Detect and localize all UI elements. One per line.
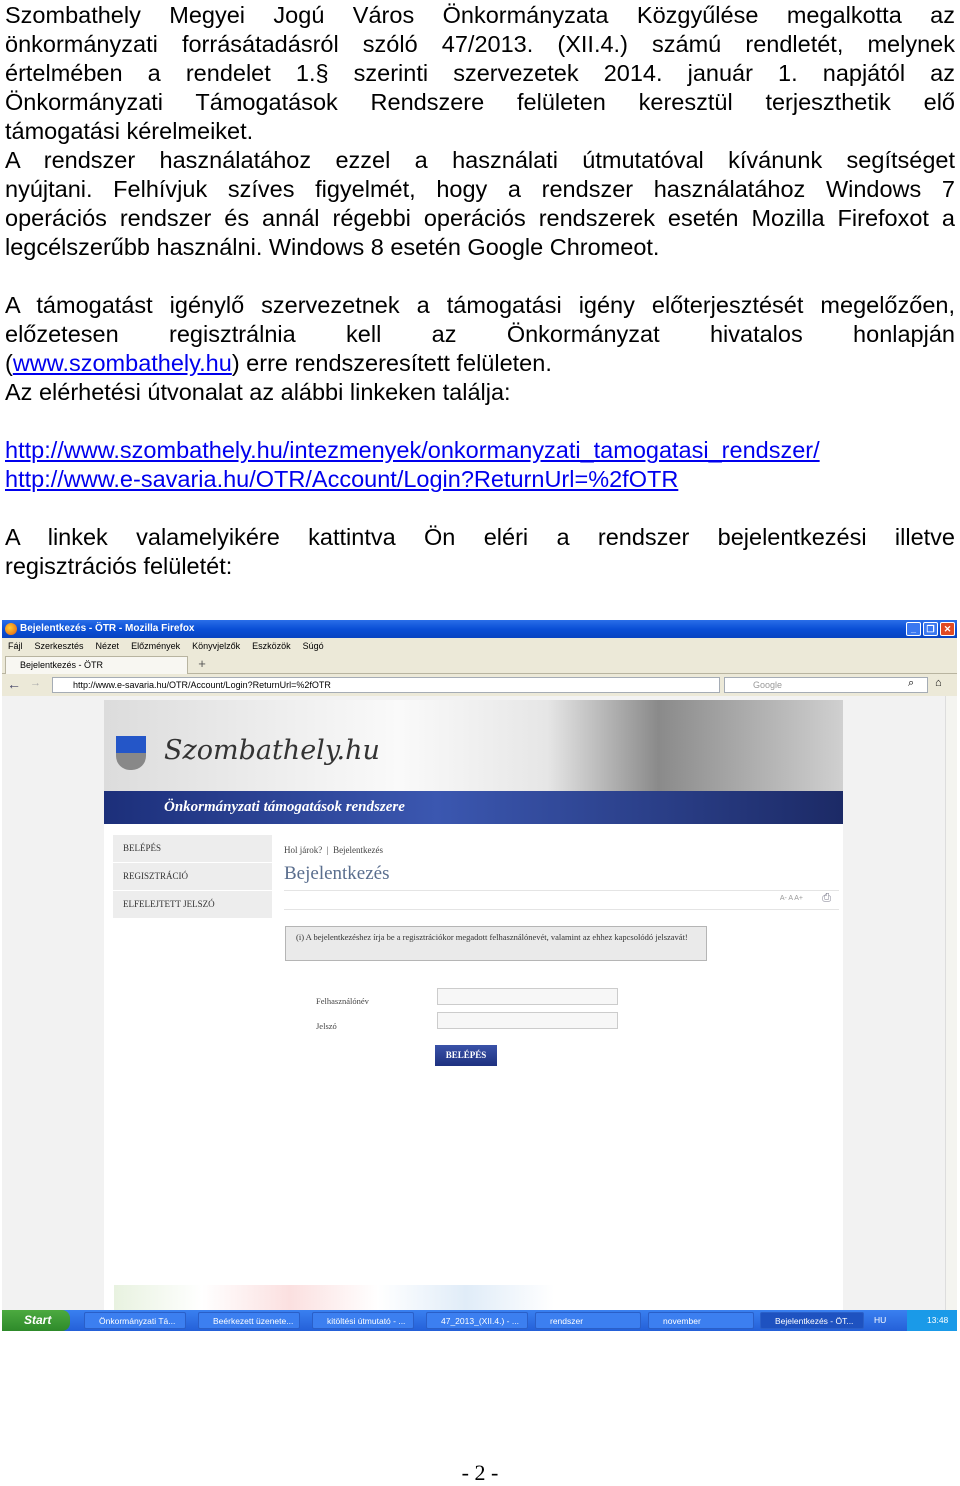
text: ) erre rendszeresített felületen.: [231, 350, 552, 376]
restore-icon[interactable]: ❐: [923, 622, 938, 636]
browser-screenshot: Bejelentkezés - ÖTR - Mozilla Firefox _ …: [2, 620, 957, 1331]
text-line: A támogatást igénylő szervezetnek a támo…: [5, 292, 955, 318]
coat-of-arms-logo: [116, 736, 146, 770]
home-icon[interactable]: ⌂: [935, 677, 942, 689]
username-input[interactable]: [437, 988, 618, 1005]
url-input[interactable]: http://www.e-savaria.hu/OTR/Account/Logi…: [52, 677, 720, 693]
menu-edit[interactable]: Szerkesztés: [35, 641, 84, 651]
taskbar: Start Önkormányzati Tá... Beérkezett üze…: [2, 1310, 957, 1331]
clock: 13:48: [927, 1315, 949, 1325]
taskbar-item-active[interactable]: Bejelentkezés - ÖT...: [760, 1312, 864, 1329]
taskbar-item[interactable]: november: [648, 1312, 754, 1329]
taskbar-item[interactable]: kitöltési útmutató - ...: [312, 1312, 414, 1329]
page-number: - 2 -: [461, 1460, 499, 1485]
menu-history[interactable]: Előzmények: [131, 641, 180, 651]
menu-file[interactable]: Fájl: [8, 641, 23, 651]
breadcrumb: Hol járok? | Bejelentkezés: [284, 845, 384, 855]
text-line: legcélszerűbb használni. Windows 8 eseté…: [5, 234, 660, 260]
breadcrumb-label: Hol járok?: [284, 845, 323, 855]
site-logo: Szombathely.hu: [164, 735, 380, 766]
text-line: előzetesen regisztrálnia kell az Önkormá…: [5, 321, 955, 347]
menu-bar: Fájl Szerkesztés Nézet Előzmények Könyvjelző…: [2, 638, 957, 655]
print-icon[interactable]: ⎙: [822, 892, 831, 905]
password-label: Jelszó: [316, 1021, 337, 1031]
text-line: támogatási kérelmeiket.: [5, 118, 254, 144]
language-indicator[interactable]: HU: [874, 1315, 886, 1325]
otr-page: Szombathely.hu Önkormányzati támogatások…: [104, 700, 843, 1310]
scrollbar[interactable]: [945, 696, 957, 1310]
navigation-bar: ← → http://www.e-savaria.hu/OTR/Account/…: [2, 674, 957, 696]
login-button[interactable]: BELÉPÉS: [435, 1045, 497, 1066]
breadcrumb-current[interactable]: Bejelentkezés: [333, 845, 383, 855]
sidebar-item-registration[interactable]: REGISZTRÁCIÓ: [113, 863, 272, 890]
taskbar-item[interactable]: 47_2013_(XII.4.) - ...: [426, 1312, 528, 1329]
paragraph-1: Szombathely Megyei Jogú Város Önkormányz…: [5, 1, 955, 581]
font-size-controls[interactable]: A- A A+: [780, 895, 803, 902]
system-tray: 13:48: [907, 1310, 957, 1331]
text-line: operációs rendszer és annál régebbi oper…: [5, 205, 955, 231]
menu-tools[interactable]: Eszközök: [252, 641, 291, 651]
text-line: Az elérhetési útvonalat az alábbi linkek…: [5, 379, 511, 405]
text: (: [5, 350, 13, 376]
back-icon[interactable]: ←: [7, 676, 21, 692]
text-line: (www.szombathely.hu) erre rendszeresítet…: [5, 349, 955, 378]
username-label: Felhasználónév: [316, 996, 369, 1006]
text-line: önkormányzati forrásátadásról szóló 47/2…: [5, 31, 955, 57]
szombathely-link[interactable]: www.szombathely.hu: [13, 350, 232, 376]
page-viewport: Szombathely.hu Önkormányzati támogatások…: [2, 696, 945, 1310]
sidebar-item-login[interactable]: BELÉPÉS: [113, 835, 272, 862]
close-icon[interactable]: ✕: [940, 622, 955, 636]
text-line: A rendszer használatához ezzel a használ…: [5, 147, 955, 173]
new-tab-icon[interactable]: +: [192, 657, 212, 672]
search-icon[interactable]: ⌕: [908, 677, 914, 690]
toolbar: A- A A+ ⎙: [284, 890, 839, 908]
text-line: Önkormányzati Támogatások Rendszere felü…: [5, 89, 955, 115]
text-line: nyújtani. Felhívjuk szíves figyelmét, ho…: [5, 176, 955, 202]
site-header: Szombathely.hu: [104, 700, 843, 791]
window-title: Bejelentkezés - ÖTR - Mozilla Firefox: [20, 623, 195, 634]
password-input[interactable]: [437, 1012, 618, 1029]
text-line: regisztrációs felületét:: [5, 553, 233, 579]
sidebar: BELÉPÉS REGISZTRÁCIÓ ELFELEJTETT JELSZÓ: [113, 835, 272, 919]
site-subtitle: Önkormányzati támogatások rendszere: [104, 791, 843, 824]
menu-bookmarks[interactable]: Könyvjelzők: [192, 641, 240, 651]
page-title: Bejelentkezés: [284, 863, 390, 884]
taskbar-item[interactable]: rendszer: [535, 1312, 641, 1329]
text-line: Szombathely Megyei Jogú Város Önkormányz…: [5, 2, 955, 28]
taskbar-item[interactable]: Önkormányzati Tá...: [84, 1312, 186, 1329]
link-szombathely-otr[interactable]: http://www.szombathely.hu/intezmenyek/on…: [5, 437, 820, 463]
search-input[interactable]: Google: [724, 677, 928, 693]
window-title-bar: Bejelentkezés - ÖTR - Mozilla Firefox _ …: [2, 620, 957, 638]
browser-tab[interactable]: Bejelentkezés - ÖTR: [5, 656, 188, 674]
text-line: A linkek valamelyikére kattintva Ön elér…: [5, 524, 955, 550]
minimize-icon[interactable]: _: [906, 622, 921, 636]
taskbar-item[interactable]: Beérkezett üzenete...: [198, 1312, 300, 1329]
text-line: értelmében a rendelet 1.§ szerinti szerv…: [5, 60, 955, 86]
sidebar-item-forgot-password[interactable]: ELFELEJTETT JELSZÓ: [113, 891, 272, 918]
start-button[interactable]: Start: [2, 1310, 70, 1331]
firefox-icon: [5, 623, 17, 635]
info-box: (i) A bejelentkezéshez írja be a regiszt…: [285, 926, 707, 961]
link-e-savaria-login[interactable]: http://www.e-savaria.hu/OTR/Account/Logi…: [5, 466, 678, 492]
menu-view[interactable]: Nézet: [96, 641, 120, 651]
menu-help[interactable]: Súgó: [303, 641, 324, 651]
forward-icon[interactable]: →: [30, 677, 41, 689]
partner-logos: [114, 1285, 554, 1310]
